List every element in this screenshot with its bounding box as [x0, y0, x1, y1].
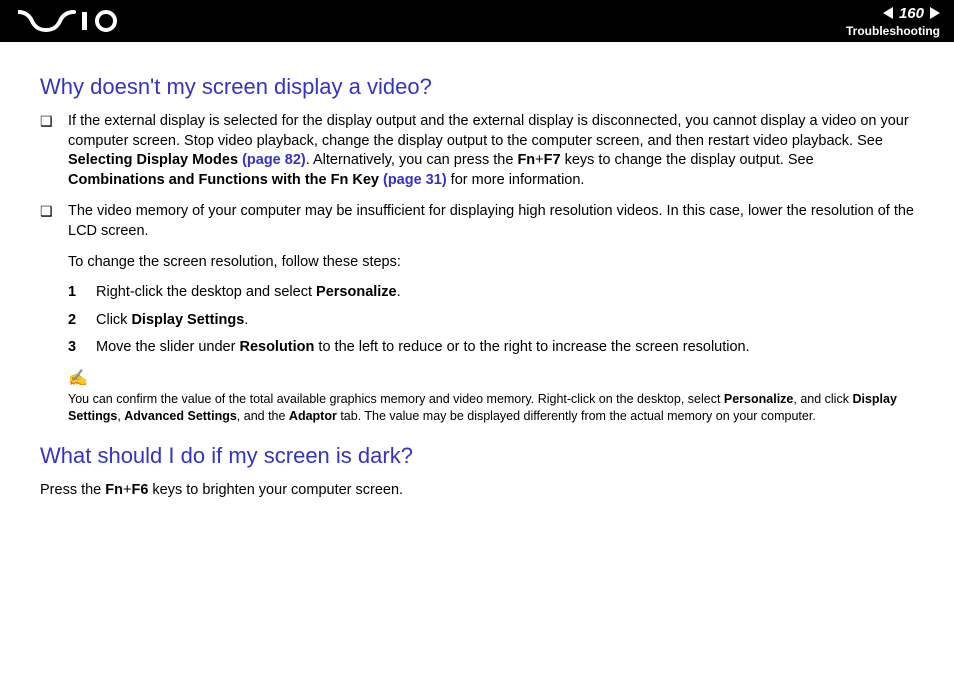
bullet-item: ❑ The video memory of your computer may … [40, 202, 914, 241]
vaio-logo [18, 10, 128, 32]
note-block: ✍ You can confirm the value of the total… [68, 368, 914, 425]
text-bold: Advanced Settings [124, 409, 237, 423]
prev-page-arrow-icon[interactable] [883, 7, 893, 19]
header-right: 160 Troubleshooting [846, 5, 940, 38]
text: to the left to reduce or to the right to… [314, 339, 749, 355]
text: keys to brighten your computer screen. [148, 482, 403, 498]
heading-video: Why doesn't my screen display a video? [40, 74, 914, 100]
note-icon: ✍ [68, 368, 914, 390]
page-link[interactable]: (page 31) [383, 172, 447, 188]
text-bold: Fn [105, 482, 123, 498]
text: + [535, 152, 543, 168]
text: for more information. [447, 172, 585, 188]
text: . [397, 284, 401, 300]
text: Right-click the desktop and select [96, 284, 316, 300]
text: keys to change the display output. See [561, 152, 814, 168]
text-bold: Resolution [239, 339, 314, 355]
page-content: Why doesn't my screen display a video? ❑… [0, 42, 954, 501]
step-number: 2 [68, 311, 82, 331]
text: Click [96, 312, 131, 328]
text-bold: Personalize [724, 392, 793, 406]
page-link[interactable]: (page 82) [242, 152, 306, 168]
sub-paragraph: To change the screen resolution, follow … [68, 253, 914, 273]
text: . Alternatively, you can press the [306, 152, 518, 168]
page-number: 160 [899, 5, 924, 22]
step-body: Click Display Settings. [96, 311, 248, 331]
step-number: 3 [68, 338, 82, 358]
page-nav: 160 [883, 5, 940, 22]
numbered-list: 1 Right-click the desktop and select Per… [68, 283, 914, 358]
text: , and the [237, 409, 289, 423]
text: , and click [793, 392, 852, 406]
text: . [244, 312, 248, 328]
paragraph: Press the Fn+F6 keys to brighten your co… [40, 481, 914, 501]
text: Move the slider under [96, 339, 239, 355]
next-page-arrow-icon[interactable] [930, 7, 940, 19]
bullet-list: ❑ If the external display is selected fo… [40, 112, 914, 241]
text: tab. The value may be displayed differen… [337, 409, 816, 423]
bullet-mark-icon: ❑ [40, 202, 54, 241]
text-bold: F7 [544, 152, 561, 168]
bullet-body: If the external display is selected for … [68, 112, 914, 190]
vaio-logo-svg [18, 10, 128, 32]
note-body: You can confirm the value of the total a… [68, 392, 897, 423]
list-item: 3 Move the slider under Resolution to th… [68, 338, 914, 358]
heading-dark: What should I do if my screen is dark? [40, 443, 914, 469]
text-bold: Personalize [316, 284, 397, 300]
section-label: Troubleshooting [846, 24, 940, 38]
bullet-item: ❑ If the external display is selected fo… [40, 112, 914, 190]
text-bold: Fn [517, 152, 535, 168]
list-item: 2 Click Display Settings. [68, 311, 914, 331]
text-bold: F6 [131, 482, 148, 498]
list-item: 1 Right-click the desktop and select Per… [68, 283, 914, 303]
text-bold: Selecting Display Modes [68, 152, 242, 168]
step-body: Move the slider under Resolution to the … [96, 338, 750, 358]
bullet-mark-icon: ❑ [40, 112, 54, 190]
text: If the external display is selected for … [68, 113, 909, 149]
bullet-body: The video memory of your computer may be… [68, 202, 914, 241]
text: Press the [40, 482, 105, 498]
header-bar: 160 Troubleshooting [0, 0, 954, 42]
text: You can confirm the value of the total a… [68, 392, 724, 406]
step-body: Right-click the desktop and select Perso… [96, 283, 401, 303]
step-number: 1 [68, 283, 82, 303]
text-bold: Adaptor [289, 409, 337, 423]
text-bold: Combinations and Functions with the Fn K… [68, 172, 383, 188]
text-bold: Display Settings [131, 312, 244, 328]
